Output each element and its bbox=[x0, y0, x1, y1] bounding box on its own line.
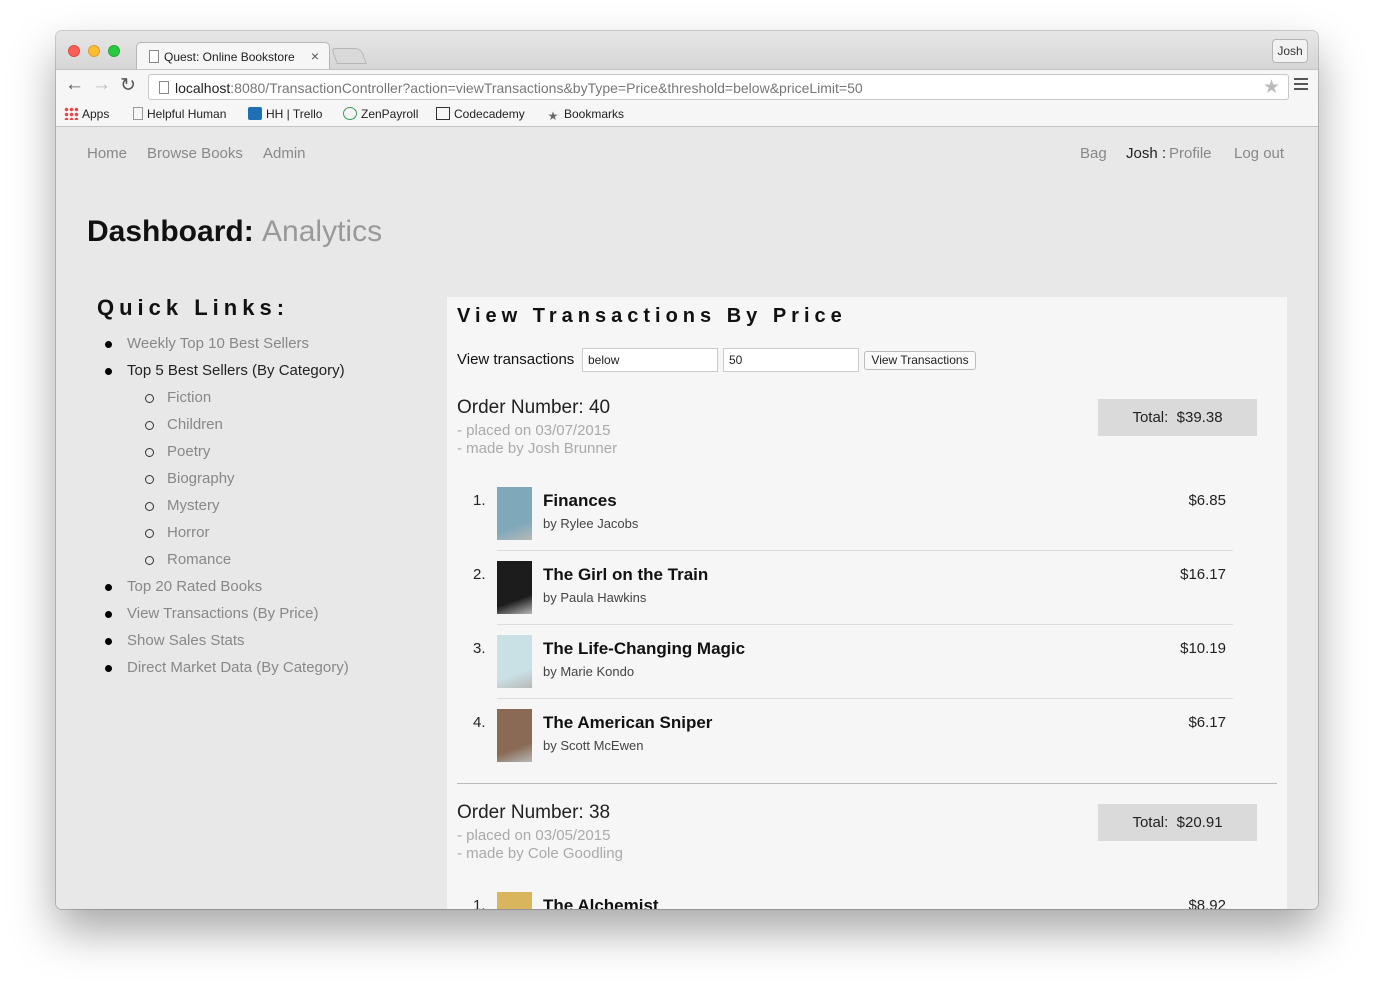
nav-browse-books-link[interactable]: Browse Books bbox=[147, 145, 243, 162]
title-bar: Quest: Online Bookstore × Josh bbox=[56, 31, 1318, 70]
page-content: Home Browse Books Admin Bag Josh : Profi… bbox=[56, 127, 1318, 909]
page-title: Dashboard: Analytics bbox=[87, 215, 383, 248]
quick-link-direct-market-data[interactable]: Direct Market Data (By Category) bbox=[127, 659, 349, 676]
nav-home-link[interactable]: Home bbox=[87, 145, 127, 162]
nav-profile-link[interactable]: Profile bbox=[1169, 145, 1212, 162]
transactions-panel: View Transactions By Price View transact… bbox=[447, 297, 1287, 909]
forward-arrow-icon[interactable]: → bbox=[92, 74, 111, 96]
bookmark-star-icon[interactable]: ★ bbox=[1263, 76, 1280, 99]
reload-icon[interactable]: ↻ bbox=[120, 74, 136, 97]
order-customer: - made by Cole Goodling bbox=[457, 845, 623, 862]
panel-title: View Transactions By Price bbox=[457, 305, 847, 327]
book-cover-image bbox=[497, 487, 532, 540]
book-title[interactable]: The Girl on the Train bbox=[543, 565, 708, 585]
nav-bag-link[interactable]: Bag bbox=[1080, 145, 1107, 162]
page-icon bbox=[133, 107, 143, 120]
address-bar[interactable]: localhost:8080/TransactionController?act… bbox=[148, 74, 1289, 100]
book-author: by Scott McEwen bbox=[543, 738, 644, 753]
book-author: by Rylee Jacobs bbox=[543, 516, 639, 531]
star-icon: ★ bbox=[547, 109, 559, 123]
bookmark-trello[interactable]: HH | Trello bbox=[248, 107, 322, 121]
book-price: $16.17 bbox=[1180, 566, 1226, 583]
book-price: $6.17 bbox=[1188, 714, 1226, 731]
quick-link-top-5-by-category[interactable]: Top 5 Best Sellers (By Category) bbox=[127, 362, 345, 379]
browser-toolbar: ← → ↻ localhost:8080/TransactionControll… bbox=[56, 69, 1318, 103]
book-cover-image bbox=[497, 709, 532, 762]
book-author: by Marie Kondo bbox=[543, 664, 635, 679]
book-title[interactable]: The Life-Changing Magic bbox=[543, 639, 745, 659]
order-total: Total: $20.91 bbox=[1098, 804, 1257, 841]
price-limit-input[interactable]: 50 bbox=[723, 348, 859, 372]
book-author: by Paula Hawkins bbox=[543, 590, 647, 605]
quick-link-romance[interactable]: Romance bbox=[167, 551, 231, 568]
quick-link-view-transactions[interactable]: View Transactions (By Price) bbox=[127, 605, 318, 622]
zenpayroll-icon bbox=[343, 107, 357, 120]
order-placed-date: - placed on 03/05/2015 bbox=[457, 827, 611, 844]
back-arrow-icon[interactable]: ← bbox=[65, 74, 84, 96]
nav-admin-link[interactable]: Admin bbox=[263, 145, 306, 162]
nav-user-name: Josh : bbox=[1126, 145, 1167, 162]
zoom-window-button[interactable] bbox=[108, 45, 120, 57]
quick-link-weekly-top-10[interactable]: Weekly Top 10 Best Sellers bbox=[127, 335, 309, 352]
book-title[interactable]: The American Sniper bbox=[543, 713, 712, 733]
nav-logout-link[interactable]: Log out bbox=[1234, 145, 1284, 162]
page-icon bbox=[149, 50, 159, 63]
order-divider bbox=[457, 783, 1277, 784]
order-number: Order Number: 38 bbox=[457, 802, 611, 823]
item-number: 1. bbox=[473, 897, 486, 909]
close-window-button[interactable] bbox=[68, 45, 80, 57]
chrome-menu-icon[interactable] bbox=[1294, 78, 1308, 93]
threshold-input[interactable]: below bbox=[582, 348, 718, 372]
quick-link-children[interactable]: Children bbox=[167, 416, 223, 433]
tab-title: Quest: Online Bookstore bbox=[164, 50, 295, 64]
bookmark-zenpayroll[interactable]: ZenPayroll bbox=[343, 107, 418, 121]
quick-link-biography[interactable]: Biography bbox=[167, 470, 235, 487]
item-number: 2. bbox=[473, 566, 486, 583]
view-transactions-button[interactable]: View Transactions bbox=[864, 351, 976, 370]
bookmark-folder[interactable]: ★ Bookmarks bbox=[546, 107, 624, 123]
order-customer: - made by Josh Brunner bbox=[457, 440, 618, 457]
book-title[interactable]: The Alchemist bbox=[543, 896, 659, 909]
new-tab-button[interactable] bbox=[331, 48, 367, 64]
item-number: 3. bbox=[473, 640, 486, 657]
book-price: $6.85 bbox=[1188, 492, 1226, 509]
bookmark-helpful-human[interactable]: Helpful Human bbox=[133, 107, 226, 121]
bookmark-apps[interactable]: Apps bbox=[64, 107, 109, 121]
trello-icon bbox=[248, 107, 262, 120]
browser-tab[interactable]: Quest: Online Bookstore × bbox=[136, 42, 330, 70]
book-title[interactable]: Finances bbox=[543, 491, 617, 511]
page-info-icon bbox=[159, 81, 169, 94]
view-transactions-label: View transactions bbox=[457, 351, 575, 368]
item-divider bbox=[497, 550, 1233, 551]
quick-link-horror[interactable]: Horror bbox=[167, 524, 210, 541]
quick-links-title: Quick Links: bbox=[97, 295, 290, 320]
bookmark-codecademy[interactable]: Codecademy bbox=[436, 107, 525, 121]
item-divider bbox=[497, 624, 1233, 625]
profile-button[interactable]: Josh bbox=[1272, 39, 1308, 63]
quick-link-fiction[interactable]: Fiction bbox=[167, 389, 211, 406]
apps-grid-icon bbox=[64, 107, 78, 120]
order-number: Order Number: 40 bbox=[457, 397, 611, 418]
order-total: Total: $39.38 bbox=[1098, 399, 1257, 436]
tab-close-icon[interactable]: × bbox=[311, 48, 319, 64]
quick-link-poetry[interactable]: Poetry bbox=[167, 443, 210, 460]
bookmarks-bar: Apps Helpful Human HH | Trello ZenPayrol… bbox=[56, 103, 1318, 127]
minimize-window-button[interactable] bbox=[88, 45, 100, 57]
book-price: $8.92 bbox=[1188, 897, 1226, 909]
quick-link-sales-stats[interactable]: Show Sales Stats bbox=[127, 632, 245, 649]
book-cover-image bbox=[497, 892, 532, 909]
item-divider bbox=[497, 698, 1233, 699]
quick-link-top-20-rated[interactable]: Top 20 Rated Books bbox=[127, 578, 262, 595]
browser-window: Quest: Online Bookstore × Josh ← → ↻ loc… bbox=[56, 31, 1318, 909]
order-placed-date: - placed on 03/07/2015 bbox=[457, 422, 611, 439]
quick-link-mystery[interactable]: Mystery bbox=[167, 497, 220, 514]
item-number: 1. bbox=[473, 492, 486, 509]
book-price: $10.19 bbox=[1180, 640, 1226, 657]
book-cover-image bbox=[497, 635, 532, 688]
codecademy-icon bbox=[436, 107, 450, 120]
url-text: localhost:8080/TransactionController?act… bbox=[175, 80, 863, 96]
page-subtitle: Analytics bbox=[262, 215, 383, 248]
item-number: 4. bbox=[473, 714, 486, 731]
book-cover-image bbox=[497, 561, 532, 614]
